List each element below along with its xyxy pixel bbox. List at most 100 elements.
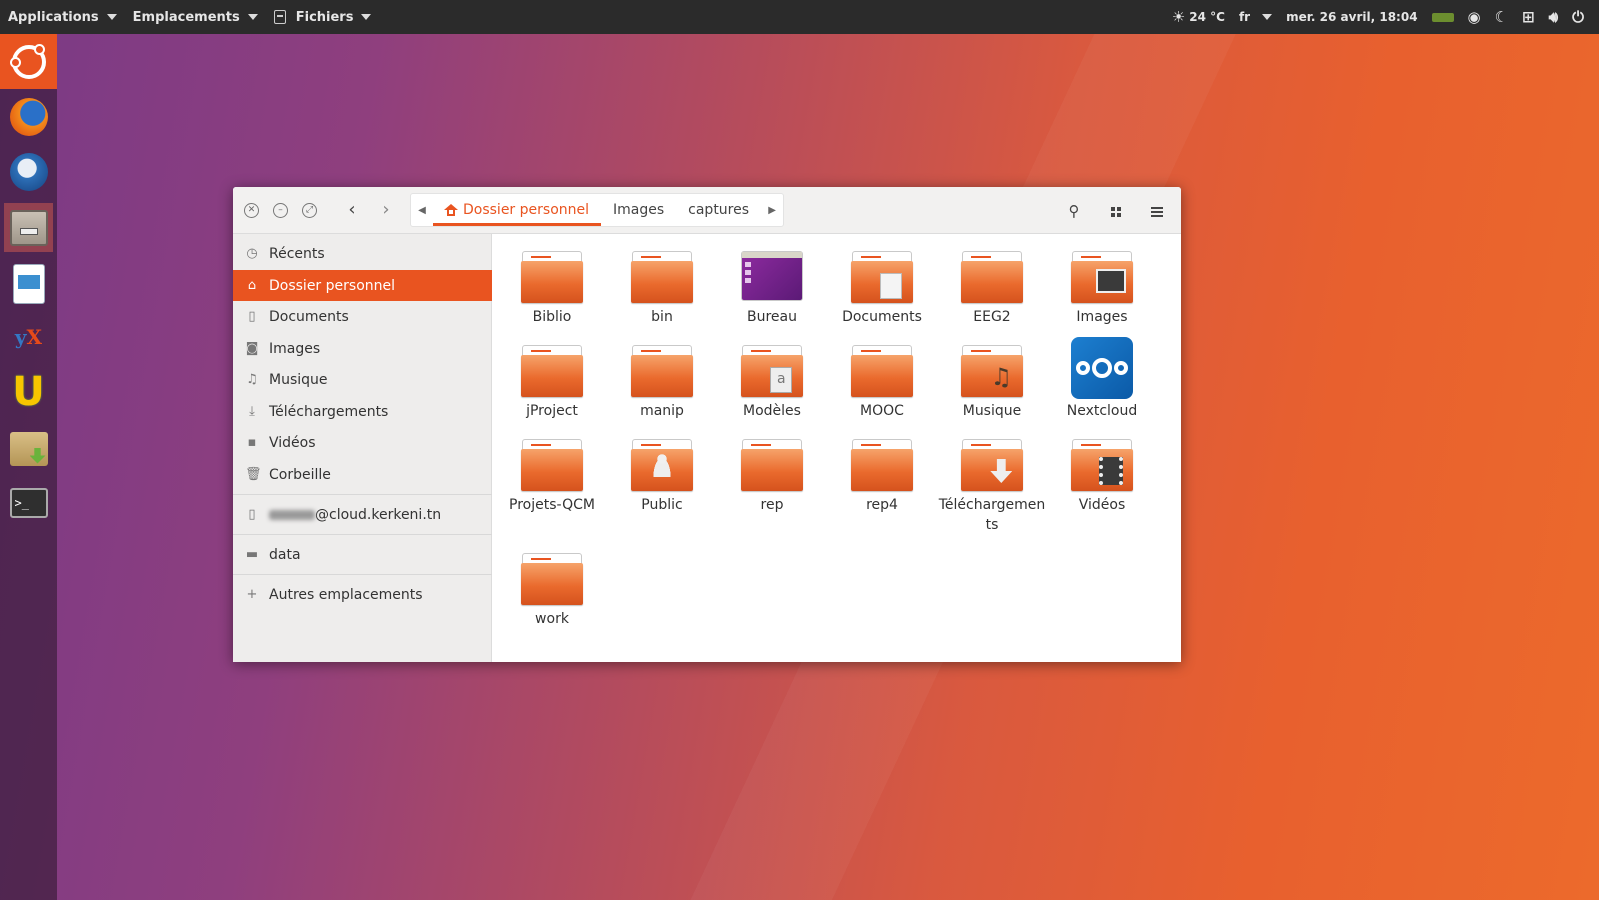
sidebar-item-home[interactable]: ⌂ Dossier personnel <box>233 270 492 301</box>
sidebar-item-other-locations[interactable]: + Autres emplacements <box>233 579 492 610</box>
crumb-images[interactable]: Images <box>601 194 676 226</box>
ubuntu-dash-button[interactable] <box>0 34 57 89</box>
sidebar-item-label: @cloud.kerkeni.tn <box>315 506 442 523</box>
path-scroll-left-icon[interactable]: ◀ <box>411 194 433 226</box>
battery-indicator[interactable] <box>1425 12 1461 22</box>
file-item-label: bin <box>651 309 673 325</box>
sidebar-item-label: Dossier personnel <box>269 277 396 294</box>
clock-icon: ◷ <box>246 246 258 261</box>
language-label: fr <box>1238 10 1251 24</box>
file-item-musique[interactable]: ♫ Musique <box>937 345 1047 421</box>
sidebar-item-label: Autres emplacements <box>269 586 423 603</box>
video-icon: ▪ <box>247 435 257 450</box>
power-indicator[interactable]: ⏻ <box>1565 9 1591 25</box>
sidebar-item-recent[interactable]: ◷ Récents <box>233 238 492 269</box>
sidebar-item-videos[interactable]: ▪ Vidéos <box>233 427 492 458</box>
forward-button[interactable]: › <box>373 198 399 224</box>
launcher-writer[interactable] <box>4 259 53 308</box>
file-item-eeg2[interactable]: EEG2 <box>937 251 1047 327</box>
file-item-work[interactable]: work <box>497 553 607 629</box>
file-item-telechargements[interactable]: Téléchargements <box>937 439 1047 535</box>
sidebar-item-downloads[interactable]: ⤓ Téléchargements <box>233 396 492 427</box>
file-item-biblio[interactable]: Biblio <box>497 251 607 327</box>
file-item-manip[interactable]: manip <box>607 345 717 421</box>
launcher-u-app[interactable]: U <box>4 367 53 416</box>
minimize-button[interactable]: – <box>273 203 288 218</box>
network-indicator[interactable]: ⊞ <box>1515 9 1542 25</box>
file-item-mooc[interactable]: MOOC <box>827 345 937 421</box>
maximize-button[interactable]: ⤢ <box>302 203 317 218</box>
yx-app-icon: yX <box>14 324 43 349</box>
crumb-home[interactable]: Dossier personnel <box>433 194 602 226</box>
files-app-menu[interactable]: Fichiers <box>266 0 380 34</box>
close-button[interactable]: ✕ <box>244 203 259 218</box>
file-item-jproject[interactable]: jProject <box>497 345 607 421</box>
music-icon: ♫ <box>246 372 258 387</box>
applications-menu[interactable]: Applications <box>0 0 125 34</box>
file-item-label: manip <box>640 403 684 419</box>
sidebar-item-images[interactable]: ◙ Images <box>233 333 492 364</box>
file-item-rep[interactable]: rep <box>717 439 827 515</box>
places-menu[interactable]: Emplacements <box>125 0 266 34</box>
launcher-firefox[interactable] <box>4 92 53 141</box>
path-scroll-right-icon[interactable]: ▶ <box>761 194 783 226</box>
trash-icon: 🗑︎ <box>245 467 262 482</box>
crumb-captures[interactable]: captures <box>676 194 761 226</box>
launcher-thunderbird[interactable] <box>4 147 53 196</box>
u-app-icon: U <box>12 368 45 415</box>
file-item-images[interactable]: Images <box>1047 251 1157 327</box>
sun-icon: ☀ <box>1171 7 1186 26</box>
launcher-yx[interactable]: yX <box>4 312 53 361</box>
sidebar-item-documents[interactable]: ▯ Documents <box>233 301 492 332</box>
plus-icon: + <box>246 587 258 602</box>
clock-indicator[interactable]: mer. 26 avril, 18:04 <box>1279 10 1424 24</box>
file-item-label: Modèles <box>743 403 801 419</box>
archive-icon <box>9 431 48 466</box>
system-indicators: ☀ 24 °C fr mer. 26 avril, 18:04 ◉ ☾ ⊞ 🔊︎… <box>1165 0 1591 34</box>
file-item-bin[interactable]: bin <box>607 251 717 327</box>
sound-indicator[interactable]: 🔊︎ <box>1542 9 1565 25</box>
templates-folder-icon: a <box>741 345 803 397</box>
launcher-files[interactable] <box>4 203 53 252</box>
file-item-public[interactable]: Public <box>607 439 717 515</box>
file-item-documents[interactable]: Documents <box>827 251 937 327</box>
record-indicator[interactable]: ◉ <box>1461 9 1488 25</box>
ubuntu-logo-icon <box>9 43 46 79</box>
file-item-label: Bureau <box>747 309 797 325</box>
file-item-label: EEG2 <box>973 309 1011 325</box>
downloads-folder-icon <box>961 439 1023 491</box>
download-icon: ⤓ <box>249 404 255 419</box>
file-item-label: work <box>535 611 569 627</box>
file-item-label: rep4 <box>866 497 898 513</box>
menu-button[interactable] <box>1145 199 1169 223</box>
top-panel: Applications Emplacements Fichiers ☀ 24 … <box>0 0 1599 34</box>
file-item-modeles[interactable]: a Modèles <box>717 345 827 421</box>
network-drive-icon: ▯ <box>248 507 256 522</box>
sidebar-item-network-account[interactable]: ▯ @cloud.kerkeni.tn <box>233 499 492 530</box>
search-icon: ⚲ <box>1068 202 1080 220</box>
search-button[interactable]: ⚲ <box>1062 199 1086 223</box>
night-mode-indicator[interactable]: ☾ <box>1488 9 1515 25</box>
weather-indicator[interactable]: ☀ 24 °C <box>1165 7 1232 26</box>
home-icon <box>444 204 458 216</box>
file-item-label: Vidéos <box>1078 497 1126 513</box>
datetime-label: mer. 26 avril, 18:04 <box>1286 10 1418 24</box>
file-item-videos[interactable]: Vidéos <box>1047 439 1157 515</box>
folder-icon <box>521 251 583 303</box>
file-item-label: Biblio <box>532 309 572 325</box>
sidebar-item-music[interactable]: ♫ Musique <box>233 364 492 395</box>
caret-down-icon <box>106 14 117 20</box>
folder-icon <box>741 439 803 491</box>
sidebar-item-data-drive[interactable]: ▬ data <box>233 539 492 570</box>
view-mode-button[interactable] <box>1104 199 1128 223</box>
keyboard-layout-indicator[interactable]: fr <box>1232 10 1279 24</box>
file-item-rep4[interactable]: rep4 <box>827 439 937 515</box>
sidebar-item-trash[interactable]: 🗑︎ Corbeille <box>233 459 492 490</box>
launcher-terminal[interactable]: >_ <box>4 478 53 527</box>
launcher-archive[interactable] <box>4 424 53 473</box>
file-item-projets-qcm[interactable]: Projets-QCM <box>497 439 607 515</box>
file-item-bureau[interactable]: Bureau <box>717 251 827 327</box>
back-button[interactable]: ‹ <box>339 198 365 224</box>
file-item-label: Nextcloud <box>1066 403 1138 419</box>
file-item-nextcloud[interactable]: Nextcloud <box>1047 337 1157 421</box>
